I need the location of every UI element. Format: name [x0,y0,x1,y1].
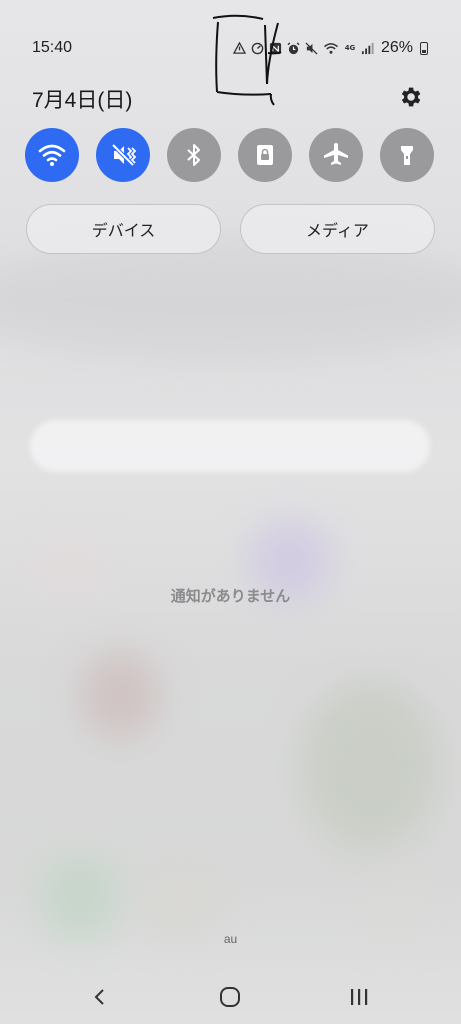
navigation-bar [0,970,461,1024]
network-label: 4G [344,43,356,52]
home-button[interactable] [215,982,245,1012]
airplane-toggle[interactable] [309,128,363,182]
battery-percent: 26% [381,39,414,56]
mute-icon [111,143,137,167]
alarm-icon [287,41,300,55]
blurred-search-bar [30,420,430,472]
flashlight-toggle[interactable] [380,128,434,182]
wifi-toggle[interactable] [25,128,79,182]
wifi-icon [323,42,339,55]
carrier-label: au [223,932,238,946]
no-notifications-text: 通知がありません [170,587,291,605]
battery-icon [420,41,429,55]
date-label: 7月4日(日) [32,89,133,112]
flashlight-icon [401,146,413,165]
devices-button[interactable]: デバイス [26,204,221,254]
handwritten-bracket-annotation [212,14,282,106]
home-icon [220,987,240,1007]
recents-icon [351,989,368,1005]
media-button[interactable]: メディア [240,204,435,254]
lock-icon [257,145,273,165]
bluetooth-toggle[interactable] [167,128,221,182]
back-icon [94,989,104,1005]
status-time: 15:40 [32,39,73,56]
bluetooth-icon [187,144,200,166]
back-button[interactable] [85,982,115,1012]
4g-icon: 4G [344,42,356,55]
wifi-icon [38,144,66,166]
mute-icon [305,41,318,55]
signal-icon [361,42,374,55]
airplane-icon [324,143,348,165]
rotation-lock-toggle[interactable] [238,128,292,182]
settings-gear-icon[interactable] [397,84,423,110]
recents-button[interactable] [344,982,374,1012]
mute-toggle[interactable] [96,128,150,182]
